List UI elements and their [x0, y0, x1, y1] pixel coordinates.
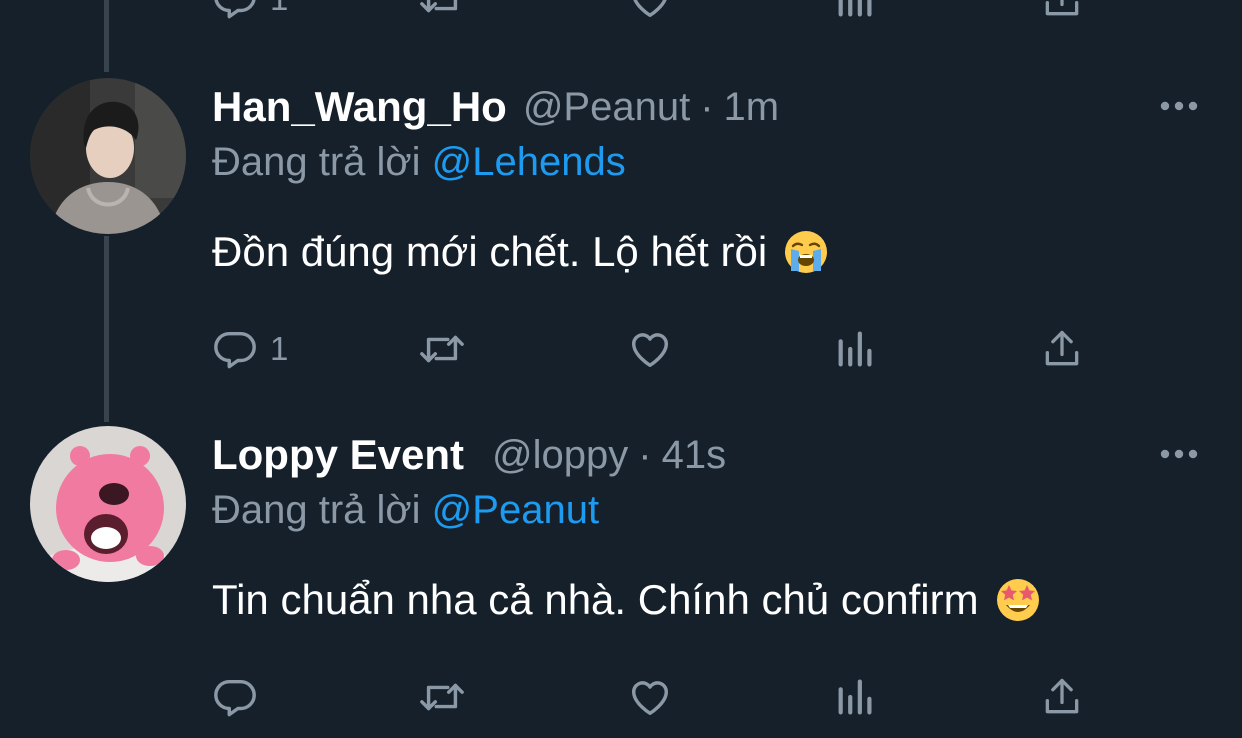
tweet-text: Tin chuẩn nha cả nhà. Chính chủ confirm — [212, 576, 1041, 624]
share-icon — [1045, 0, 1079, 16]
heart-icon — [631, 333, 669, 368]
tweet-text: Đồn đúng mới chết. Lộ hết rồi — [212, 228, 829, 276]
heart-icon — [631, 681, 669, 716]
avatar[interactable] — [30, 426, 186, 582]
share-icon — [1045, 330, 1079, 366]
tweet-actions — [212, 674, 1092, 724]
tweet-header: Han_Wang_Ho @Peanut · 1m — [212, 82, 779, 132]
retweet-button[interactable] — [416, 0, 468, 22]
replying-to: Đang trả lời @Peanut — [212, 488, 599, 533]
like-button[interactable] — [626, 674, 674, 720]
avatar[interactable] — [30, 78, 186, 234]
share-button[interactable] — [1040, 326, 1084, 372]
more-options-icon[interactable] — [1158, 96, 1200, 116]
like-button[interactable] — [626, 0, 674, 22]
analytics-icon — [838, 679, 872, 715]
tweet-text-content: Đồn đúng mới chết. Lộ hết rồi — [212, 228, 768, 275]
reply-count: 1 — [270, 0, 288, 18]
replying-to-label: Đang trả lời — [212, 488, 421, 532]
retweet-icon — [420, 683, 464, 711]
reply-button[interactable]: 1 — [212, 0, 288, 22]
analytics-button[interactable] — [834, 326, 878, 372]
reply-icon — [214, 331, 256, 369]
heart-icon — [633, 0, 667, 18]
timestamp[interactable]: 41s — [662, 433, 727, 478]
previous-tweet-actions: 1 — [212, 0, 1092, 26]
thread-line — [104, 236, 109, 422]
retweet-button[interactable] — [416, 674, 468, 720]
separator: · — [700, 84, 714, 129]
like-button[interactable] — [626, 326, 674, 372]
pink-beaver-avatar-icon — [30, 426, 186, 582]
reply-count: 1 — [270, 330, 289, 367]
separator: · — [638, 432, 652, 477]
reply-mention-link[interactable]: @Lehends — [432, 140, 626, 184]
analytics-button[interactable] — [834, 0, 878, 22]
reply-button[interactable] — [212, 674, 270, 720]
star-struck-face-icon — [996, 579, 1039, 621]
analytics-icon — [838, 331, 872, 367]
tweet-actions: 1 — [212, 326, 1092, 376]
analytics-icon — [838, 0, 872, 17]
tweet-text-content: Tin chuẩn nha cả nhà. Chính chủ confirm — [212, 576, 979, 623]
reply-button[interactable]: 1 — [212, 326, 288, 372]
display-name[interactable]: Han_Wang_Ho — [212, 83, 507, 131]
tweet-header: Loppy Event @loppy · 41s — [212, 430, 726, 480]
share-button[interactable] — [1040, 674, 1084, 720]
more-options-icon[interactable] — [1158, 444, 1200, 464]
timestamp[interactable]: 1m — [724, 85, 780, 130]
analytics-button[interactable] — [834, 674, 878, 720]
replying-to: Đang trả lời @Lehends — [212, 140, 626, 185]
replying-to-label: Đang trả lời — [212, 140, 421, 184]
username[interactable]: @Peanut — [523, 85, 690, 130]
retweet-button[interactable] — [416, 326, 468, 372]
share-icon — [1045, 678, 1079, 714]
display-name[interactable]: Loppy Event — [212, 431, 464, 479]
reply-icon — [214, 0, 256, 19]
loudly-crying-face-icon — [785, 231, 828, 273]
thread-line — [104, 0, 109, 72]
reply-mention-link[interactable]: @Peanut — [432, 488, 599, 532]
photo-avatar-icon — [30, 78, 186, 234]
username[interactable]: @loppy — [492, 433, 628, 478]
retweet-icon — [420, 335, 464, 363]
retweet-icon — [420, 0, 458, 13]
share-button[interactable] — [1040, 0, 1084, 22]
reply-icon — [214, 679, 256, 717]
